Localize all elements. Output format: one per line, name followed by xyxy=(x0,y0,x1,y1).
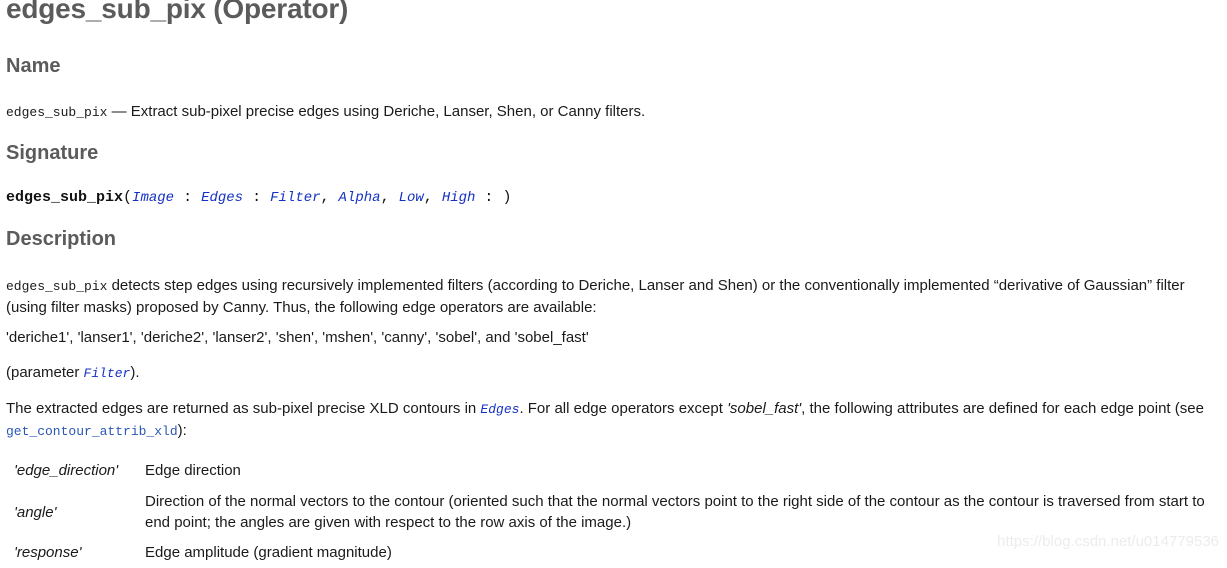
signature-sep-2: , xyxy=(320,189,339,206)
page-title: edges_sub_pix (Operator) xyxy=(6,0,349,24)
attribute-value-edge-direction: Edge direction xyxy=(145,462,241,479)
attribute-key-angle: 'angle' xyxy=(14,503,57,521)
section-heading-signature: Signature xyxy=(6,142,99,164)
extracted-edges-paragraph: The extracted edges are returned as sub-… xyxy=(6,398,1221,442)
parameter-note-line: (parameter Filter). xyxy=(6,362,606,384)
name-summary: Extract sub-pixel precise edges using De… xyxy=(130,103,646,120)
section-heading-description: Description xyxy=(6,228,117,250)
signature-sep-3: , xyxy=(380,189,399,206)
extracted-italic-sobel-fast: 'sobel_fast' xyxy=(727,400,802,417)
operator-name-mono: edges_sub_pix xyxy=(6,105,108,120)
attribute-key-response: 'response' xyxy=(14,544,82,561)
parameter-note-filter-param: Filter xyxy=(83,366,131,381)
signature-operator-name: edges_sub_pix xyxy=(6,189,124,206)
description-body-text: detects step edges using recursively imp… xyxy=(6,277,1185,316)
extracted-text-part-4: ): xyxy=(177,422,187,439)
table-row: 'angle' Direction of the normal vectors … xyxy=(6,486,1221,537)
extracted-param-edges: Edges xyxy=(480,402,520,417)
signature-close-paren: ) xyxy=(502,189,512,206)
signature-param-low: Low xyxy=(398,190,424,206)
table-row: 'edge_direction' Edge direction xyxy=(6,455,1221,486)
description-paragraph: edges_sub_pix detects step edges using r… xyxy=(6,275,1227,318)
description-operator-mono: edges_sub_pix xyxy=(6,279,108,294)
name-dash: — xyxy=(111,103,127,120)
signature-param-image: Image xyxy=(132,190,175,206)
section-heading-name: Name xyxy=(6,55,61,77)
signature-sep-1: : xyxy=(243,189,271,206)
extracted-text-part-3: , the following attributes are defined f… xyxy=(801,400,1204,417)
extracted-text-part-1: The extracted edges are returned as sub-… xyxy=(6,400,481,417)
signature-param-alpha: Alpha xyxy=(338,190,381,206)
signature-sep-0: : xyxy=(174,189,202,206)
extracted-text-part-2: . For all edge operators except xyxy=(519,400,728,417)
parameter-note-suffix: ). xyxy=(130,364,140,381)
get-contour-attrib-xld-link[interactable]: get_contour_attrib_xld xyxy=(6,424,178,439)
signature-param-edges: Edges xyxy=(201,190,244,206)
document-page: edges_sub_pix (Operator) Name edges_sub_… xyxy=(0,0,1227,563)
watermark: https://blog.csdn.net/u014779536 xyxy=(997,533,1219,550)
attribute-value-angle: Direction of the normal vectors to the c… xyxy=(145,493,1205,531)
signature-param-high: High xyxy=(441,190,476,206)
signature-sep-4: , xyxy=(423,189,442,206)
filter-list-line: 'deriche1', 'lanser1', 'deriche2', 'lans… xyxy=(6,329,589,346)
parameter-note-prefix: (parameter xyxy=(6,364,84,381)
signature-open-paren: ( xyxy=(123,189,133,206)
attribute-key-edge-direction: 'edge_direction' xyxy=(14,462,119,479)
signature-line: edges_sub_pix(Image : Edges : Filter, Al… xyxy=(6,188,511,206)
attributes-table: 'edge_direction' Edge direction 'angle' … xyxy=(6,455,1221,568)
name-paragraph: edges_sub_pix — Extract sub-pixel precis… xyxy=(6,101,1221,123)
signature-param-filter: Filter xyxy=(270,190,321,206)
signature-sep-5: : xyxy=(475,189,503,206)
